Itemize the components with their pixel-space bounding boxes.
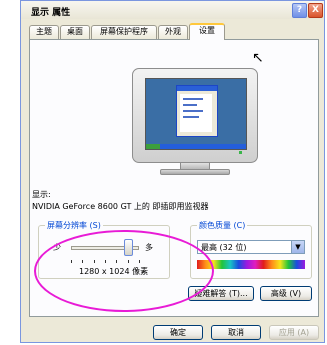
tab-settings[interactable]: 设置: [189, 23, 225, 40]
less-label: 少: [53, 243, 61, 252]
color-quality-value: 最高 (32 位): [201, 243, 247, 252]
color-quality-group: 颜色质量 (C) 最高 (32 位) ▼: [190, 220, 312, 279]
slider-tick: [127, 260, 129, 263]
resolution-group-label: 屏幕分辨率 (S): [45, 220, 103, 231]
display-properties-dialog: 显示 属性 ? X 主题 桌面 屏幕保护程序 外观 设置 ↖ 显示: NVIDI…: [20, 0, 325, 343]
troubleshoot-button[interactable]: 疑难解答 (T)...: [188, 286, 254, 301]
chevron-down-icon[interactable]: ▼: [291, 241, 304, 253]
window-title: 显示 属性: [31, 8, 71, 18]
ok-button[interactable]: 确定: [153, 325, 203, 340]
slider-tick: [139, 260, 140, 263]
preview-window: [176, 85, 218, 137]
tab-appearance[interactable]: 外观: [158, 25, 188, 39]
color-quality-select[interactable]: 最高 (32 位) ▼: [197, 240, 305, 254]
slider-tick: [116, 260, 118, 263]
close-button[interactable]: X: [308, 3, 323, 18]
monitor-base: [160, 169, 230, 175]
monitor-screen: [145, 78, 247, 150]
color-spectrum-bar: [197, 260, 305, 269]
title-bar[interactable]: 显示 属性 ? X: [21, 1, 324, 19]
display-device-name: NVIDIA GeForce 8600 GT 上的 即插即用监视器: [32, 202, 209, 211]
advanced-button[interactable]: 高级 (V): [260, 286, 312, 301]
monitor-preview: [132, 68, 258, 163]
cancel-button[interactable]: 取消: [211, 325, 261, 340]
tab-screensaver[interactable]: 屏幕保护程序: [91, 25, 157, 39]
slider-tick: [93, 260, 95, 263]
power-led: [239, 151, 242, 154]
mouse-pointer-icon: ↖: [252, 50, 264, 66]
settings-panel: ↖ 显示: NVIDIA GeForce 8600 GT 上的 即插即用监视器 …: [29, 39, 319, 317]
resolution-group: 屏幕分辨率 (S) 少 多 1280 x 1024 像素: [38, 220, 170, 279]
resolution-slider-thumb[interactable]: [124, 239, 134, 256]
more-label: 多: [145, 243, 153, 252]
slider-tick: [71, 260, 72, 263]
display-label: 显示:: [32, 190, 51, 199]
color-quality-group-label: 颜色质量 (C): [197, 220, 248, 231]
help-button[interactable]: ?: [292, 3, 307, 18]
tab-themes[interactable]: 主题: [29, 25, 59, 39]
resolution-value: 1280 x 1024 像素: [79, 267, 149, 276]
apply-button[interactable]: 应用 (A): [269, 325, 319, 340]
tab-desktop[interactable]: 桌面: [60, 25, 90, 39]
slider-tick: [105, 260, 106, 263]
slider-tick: [82, 260, 84, 263]
